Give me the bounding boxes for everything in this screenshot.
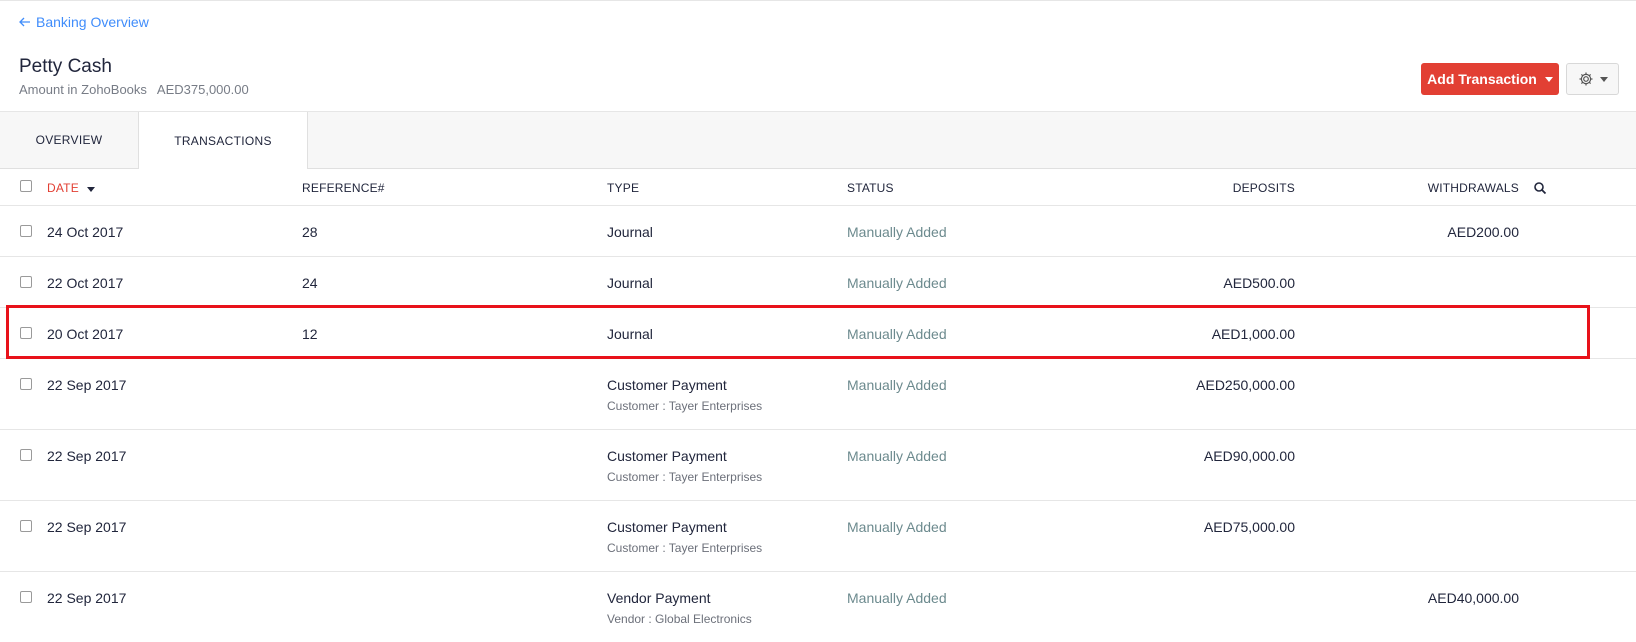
row-type-label: Customer Payment xyxy=(607,519,727,535)
row-type: Journal xyxy=(607,275,653,291)
deposits-column-header[interactable]: DEPOSITS xyxy=(1233,181,1295,195)
withdrawals-column-header[interactable]: WITHDRAWALS xyxy=(1428,181,1519,195)
table-row[interactable]: 20 Oct 2017 12 Journal Manually Added AE… xyxy=(0,308,1636,359)
caret-down-icon xyxy=(1544,76,1553,82)
tab-bar: OVERVIEW TRANSACTIONS xyxy=(0,111,1636,169)
row-checkbox[interactable] xyxy=(20,591,32,603)
select-all-checkbox[interactable] xyxy=(20,180,32,192)
row-date: 22 Sep 2017 xyxy=(47,377,127,393)
account-title: Petty Cash xyxy=(19,56,112,77)
row-type-contact: Customer : Tayer Enterprises xyxy=(607,541,763,555)
row-status: Manually Added xyxy=(847,448,947,464)
row-status: Manually Added xyxy=(847,275,947,291)
sort-descending-icon xyxy=(86,186,95,192)
back-to-banking-overview-link[interactable]: Banking Overview xyxy=(18,14,149,30)
add-transaction-button[interactable]: Add Transaction xyxy=(1421,63,1559,95)
row-checkbox[interactable] xyxy=(20,225,32,237)
row-type: Journal xyxy=(607,224,653,240)
settings-dropdown-button[interactable] xyxy=(1566,63,1619,95)
row-reference: 28 xyxy=(302,224,318,240)
tab-overview[interactable]: OVERVIEW xyxy=(0,112,138,168)
table-row[interactable]: 22 Sep 2017 Customer Payment Customer : … xyxy=(0,359,1636,430)
row-deposit: AED1,000.00 xyxy=(1211,326,1295,342)
row-date: 20 Oct 2017 xyxy=(47,326,124,342)
search-icon[interactable] xyxy=(1533,181,1547,195)
row-withdrawal: AED200.00 xyxy=(1447,224,1519,240)
arrow-left-icon xyxy=(19,17,30,27)
row-date: 22 Sep 2017 xyxy=(47,590,127,606)
row-type-label: Journal xyxy=(607,326,653,342)
row-type: Customer Payment Customer : Tayer Enterp… xyxy=(607,377,762,413)
caret-down-icon xyxy=(1599,76,1608,82)
row-date: 22 Sep 2017 xyxy=(47,519,127,535)
top-divider xyxy=(0,0,1636,1)
row-type: Customer Payment Customer : Tayer Enterp… xyxy=(607,519,762,555)
row-deposit: AED250,000.00 xyxy=(1196,377,1295,393)
table-row[interactable]: 22 Sep 2017 Customer Payment Customer : … xyxy=(0,430,1636,501)
row-reference: 12 xyxy=(302,326,318,342)
account-amount: Amount in ZohoBooks AED375,000.00 xyxy=(19,82,249,97)
row-type-label: Customer Payment xyxy=(607,448,727,464)
row-checkbox[interactable] xyxy=(20,378,32,390)
table-row[interactable]: 22 Sep 2017 Customer Payment Customer : … xyxy=(0,501,1636,572)
row-type: Vendor Payment Vendor : Global Electroni… xyxy=(607,590,752,626)
back-link-label: Banking Overview xyxy=(36,14,149,30)
row-checkbox[interactable] xyxy=(20,449,32,461)
row-type-contact: Customer : Tayer Enterprises xyxy=(607,470,763,484)
table-row[interactable]: 24 Oct 2017 28 Journal Manually Added AE… xyxy=(0,206,1636,257)
row-reference: 24 xyxy=(302,275,318,291)
row-status: Manually Added xyxy=(847,377,947,393)
table-header: DATE REFERENCE# TYPE STATUS DEPOSITS WIT… xyxy=(0,168,1636,206)
row-type: Customer Payment Customer : Tayer Enterp… xyxy=(607,448,762,484)
row-date: 24 Oct 2017 xyxy=(47,224,124,240)
row-status: Manually Added xyxy=(847,590,947,606)
row-checkbox[interactable] xyxy=(20,520,32,532)
row-status: Manually Added xyxy=(847,519,947,535)
row-type-label: Journal xyxy=(607,275,653,291)
row-date: 22 Sep 2017 xyxy=(47,448,127,464)
amount-value: AED375,000.00 xyxy=(156,82,249,97)
row-status: Manually Added xyxy=(847,326,947,342)
amount-label: Amount in ZohoBooks xyxy=(19,82,147,97)
tab-transactions[interactable]: TRANSACTIONS xyxy=(138,112,308,169)
table-row[interactable]: 22 Sep 2017 Vendor Payment Vendor : Glob… xyxy=(0,572,1636,642)
row-deposit: AED500.00 xyxy=(1223,275,1295,291)
row-checkbox[interactable] xyxy=(20,327,32,339)
type-column-header[interactable]: TYPE xyxy=(607,181,639,195)
table-row[interactable]: 22 Oct 2017 24 Journal Manually Added AE… xyxy=(0,257,1636,308)
add-transaction-label: Add Transaction xyxy=(1427,71,1537,87)
row-checkbox[interactable] xyxy=(20,276,32,288)
row-type-contact: Customer : Tayer Enterprises xyxy=(607,399,763,413)
row-deposit: AED90,000.00 xyxy=(1203,448,1295,464)
row-deposit: AED75,000.00 xyxy=(1203,519,1295,535)
row-withdrawal: AED40,000.00 xyxy=(1427,590,1519,606)
row-type-contact: Vendor : Global Electronics xyxy=(607,612,752,626)
row-type: Journal xyxy=(607,326,653,342)
reference-column-header[interactable]: REFERENCE# xyxy=(302,181,385,195)
date-header-label: DATE xyxy=(47,181,79,195)
row-type-label: Customer Payment xyxy=(607,377,727,393)
gear-icon xyxy=(1579,72,1592,86)
row-type-label: Vendor Payment xyxy=(607,590,711,606)
row-type-label: Journal xyxy=(607,224,653,240)
date-column-header[interactable]: DATE xyxy=(47,181,95,195)
row-status: Manually Added xyxy=(847,224,947,240)
row-date: 22 Oct 2017 xyxy=(47,275,124,291)
status-column-header[interactable]: STATUS xyxy=(847,181,894,195)
